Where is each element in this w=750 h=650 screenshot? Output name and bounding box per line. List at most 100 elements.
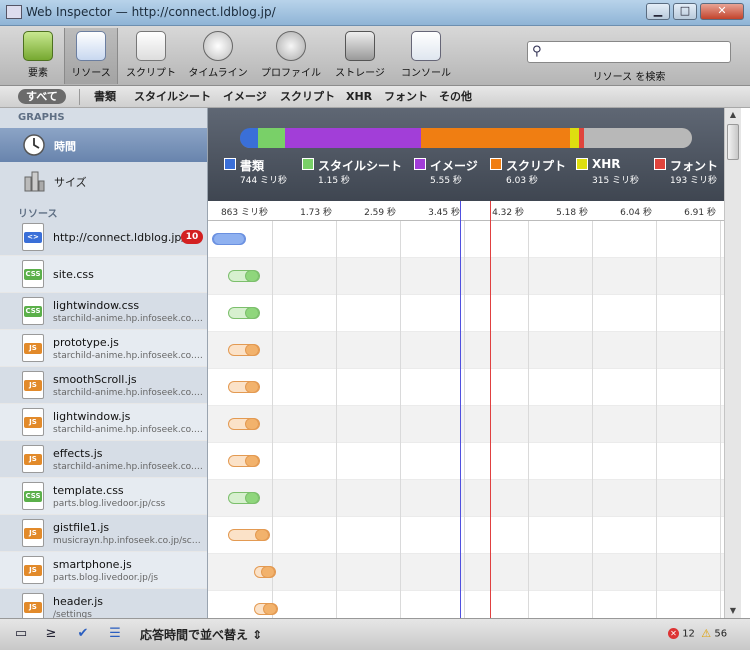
filter-documents[interactable]: 書類 bbox=[94, 89, 116, 104]
legend-swatch bbox=[224, 158, 236, 170]
resource-name: template.css bbox=[53, 484, 124, 497]
resource-item[interactable]: JS header.js/settings bbox=[0, 589, 207, 618]
vertical-scrollbar[interactable]: ▲ ▼ bbox=[724, 108, 741, 618]
timeline-bar-response bbox=[245, 307, 259, 319]
resource-item[interactable]: JS effects.js starchild-anime.hp.infoseek.… bbox=[0, 441, 207, 478]
tool-resources[interactable]: リソース bbox=[64, 28, 118, 84]
timeline-bar[interactable] bbox=[212, 233, 246, 245]
resource-item[interactable]: <> http://connect.ldblog.jp/10 bbox=[0, 219, 207, 256]
timeline-bar-response bbox=[245, 344, 259, 356]
filter-other[interactable]: その他 bbox=[439, 89, 472, 104]
legend-name: 書類 bbox=[240, 159, 265, 173]
legend-value: 744 ミリ秒 bbox=[240, 176, 288, 186]
timeline-bar[interactable] bbox=[228, 492, 260, 504]
resource-item[interactable]: CSS template.css parts.blog.livedoor.jp/cs… bbox=[0, 478, 207, 515]
warning-count: 56 bbox=[714, 628, 728, 640]
js-file-icon: JS bbox=[22, 334, 44, 362]
js-file-icon: JS bbox=[22, 371, 44, 399]
scroll-up-arrow[interactable]: ▲ bbox=[725, 108, 741, 122]
tool-label: プロファイル bbox=[261, 68, 321, 79]
filter-all[interactable]: すべて bbox=[18, 89, 66, 104]
graph-item-size[interactable]: サイズ bbox=[0, 164, 207, 198]
legend-swatch bbox=[302, 158, 314, 170]
dock-toggle-icon[interactable]: ▭ bbox=[8, 623, 34, 645]
timeline-bar[interactable] bbox=[228, 270, 260, 282]
tool-scripts[interactable]: スクリプト bbox=[123, 28, 179, 84]
timeline-bar[interactable] bbox=[228, 307, 260, 319]
grid-line bbox=[464, 221, 465, 618]
resource-item[interactable]: CSS site.css bbox=[0, 256, 207, 293]
resource-path: parts.blog.livedoor.jp/css bbox=[53, 499, 166, 509]
legend-value: 6.03 秒 bbox=[506, 176, 538, 186]
tool-profiles[interactable]: プロファイル bbox=[260, 28, 322, 84]
scroll-down-arrow[interactable]: ▼ bbox=[725, 604, 741, 618]
timeline-bar[interactable] bbox=[254, 566, 276, 578]
legend-name: イメージ bbox=[430, 159, 478, 173]
list-view-icon[interactable]: ☰ bbox=[102, 623, 128, 645]
title-bar: Web Inspector — http://connect.ldblog.jp… bbox=[0, 0, 750, 26]
timeline-bar-response bbox=[245, 381, 259, 393]
sort-select[interactable]: 応答時間で並べ替え ⇕ bbox=[140, 626, 262, 643]
graph-item-label: サイズ bbox=[54, 176, 87, 189]
timeline-bar-response bbox=[255, 529, 269, 541]
tool-label: ストレージ bbox=[335, 68, 385, 79]
resource-item[interactable]: JS smoothScroll.js starchild-anime.hp.info… bbox=[0, 367, 207, 404]
error-warning-counts[interactable]: ✕ 12 ⚠ 56 bbox=[668, 627, 727, 640]
timeline-bar[interactable] bbox=[228, 418, 260, 430]
resource-name: header.js bbox=[53, 595, 104, 608]
resource-name: smartphone.js bbox=[53, 558, 132, 571]
tool-console[interactable]: コンソール bbox=[398, 28, 454, 84]
search-input[interactable] bbox=[550, 44, 726, 60]
resource-item[interactable]: JS smartphone.js parts.blog.livedoor.jp/js bbox=[0, 552, 207, 589]
graph-item-label: 時間 bbox=[54, 140, 76, 153]
search-box[interactable]: ⚲ bbox=[527, 41, 731, 63]
tool-storage[interactable]: ストレージ bbox=[334, 28, 386, 84]
enable-resources-icon[interactable]: ✔ bbox=[70, 623, 96, 645]
timeline-bar[interactable] bbox=[228, 381, 260, 393]
resource-item[interactable]: CSS lightwindow.css starchild-anime.hp.inf… bbox=[0, 293, 207, 330]
tool-timeline[interactable]: タイムライン bbox=[188, 28, 248, 84]
legend-value: 5.55 秒 bbox=[430, 176, 462, 186]
size-icon bbox=[24, 171, 45, 192]
chevron-updown-icon: ⇕ bbox=[252, 628, 263, 642]
resource-item[interactable]: JS prototype.js starchild-anime.hp.infosee… bbox=[0, 330, 207, 367]
resource-item[interactable]: JS gistfile1.js musicrayn.hp.infoseek.co.j… bbox=[0, 515, 207, 552]
filter-xhr[interactable]: XHR bbox=[346, 89, 372, 104]
legend-name: XHR bbox=[592, 157, 621, 171]
resource-item[interactable]: JS lightwindow.js starchild-anime.hp.infos… bbox=[0, 404, 207, 441]
scroll-thumb[interactable] bbox=[727, 124, 739, 160]
tool-elements[interactable]: 要素 bbox=[16, 28, 60, 84]
storage-icon bbox=[345, 31, 375, 61]
filter-stylesheets[interactable]: スタイルシート bbox=[134, 89, 211, 104]
timeline-row bbox=[208, 406, 724, 443]
graph-item-time[interactable]: 時間 bbox=[0, 128, 207, 162]
close-button[interactable]: ✕ bbox=[700, 3, 744, 20]
timeline-row bbox=[208, 369, 724, 406]
minimize-button[interactable]: ▁ bbox=[646, 3, 670, 20]
graphs-header: GRAPHS bbox=[18, 112, 65, 123]
search-icon: ⚲ bbox=[532, 44, 542, 59]
filter-images[interactable]: イメージ bbox=[223, 89, 267, 104]
legend-swatch bbox=[576, 158, 588, 170]
summary-segment bbox=[285, 128, 421, 148]
filter-fonts[interactable]: フォント bbox=[384, 89, 428, 104]
ruler-tick-label: 2.59 秒 bbox=[364, 208, 396, 218]
filter-scripts[interactable]: スクリプト bbox=[280, 89, 335, 104]
timeline-bar[interactable] bbox=[228, 455, 260, 467]
timeline-bar-response bbox=[213, 233, 245, 245]
timeline-bar[interactable] bbox=[254, 603, 278, 615]
js-file-icon: JS bbox=[22, 556, 44, 584]
timeline-row bbox=[208, 480, 724, 517]
summary-segment bbox=[258, 128, 286, 148]
resource-name: effects.js bbox=[53, 447, 103, 460]
js-file-icon: JS bbox=[22, 408, 44, 436]
maximize-button[interactable]: □ bbox=[673, 3, 697, 20]
console-toggle-icon[interactable]: ≥ bbox=[38, 623, 64, 645]
timeline-row bbox=[208, 591, 724, 618]
js-file-icon: JS bbox=[22, 593, 44, 618]
timeline-row bbox=[208, 554, 724, 591]
resource-path: starchild-anime.hp.infoseek.co.jp/css bbox=[53, 314, 203, 324]
tool-label: スクリプト bbox=[126, 68, 176, 79]
timeline-bar[interactable] bbox=[228, 344, 260, 356]
timeline-bar[interactable] bbox=[228, 529, 270, 541]
